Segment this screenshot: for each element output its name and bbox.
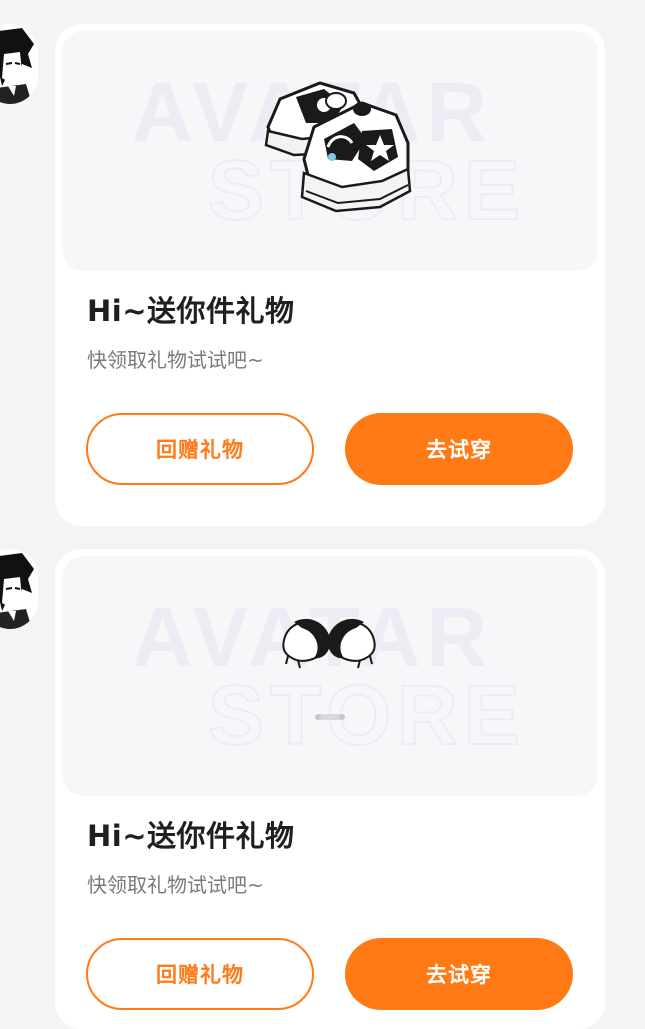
gift-title: Hi~送你件礼物: [87, 819, 295, 853]
return-gift-button[interactable]: 回赠礼物: [86, 413, 314, 485]
gift-item-preview[interactable]: AVATAR STORE: [62, 31, 598, 271]
anime-avatar-icon: [0, 24, 38, 104]
gift-title: Hi~送你件礼物: [87, 294, 295, 328]
try-on-button[interactable]: 去试穿: [345, 938, 573, 1010]
anime-avatar-icon: [0, 549, 38, 629]
gift-message-card: AVATAR STORE Hi~送你件礼物 快领取礼物试试吧~ 回赠礼物 去试穿: [55, 549, 605, 1029]
watermark-store-text: STORE: [208, 668, 526, 762]
sender-avatar[interactable]: [0, 549, 38, 629]
return-gift-button[interactable]: 回赠礼物: [86, 938, 314, 1010]
gift-item-preview[interactable]: AVATAR STORE: [62, 556, 598, 796]
try-on-button[interactable]: 去试穿: [345, 413, 573, 485]
gift-subtitle: 快领取礼物试试吧~: [87, 348, 264, 372]
sender-avatar[interactable]: [0, 24, 38, 104]
gift-subtitle: 快领取礼物试试吧~: [87, 873, 264, 897]
gift-message-card: AVATAR STORE Hi~送你件: [55, 24, 605, 526]
